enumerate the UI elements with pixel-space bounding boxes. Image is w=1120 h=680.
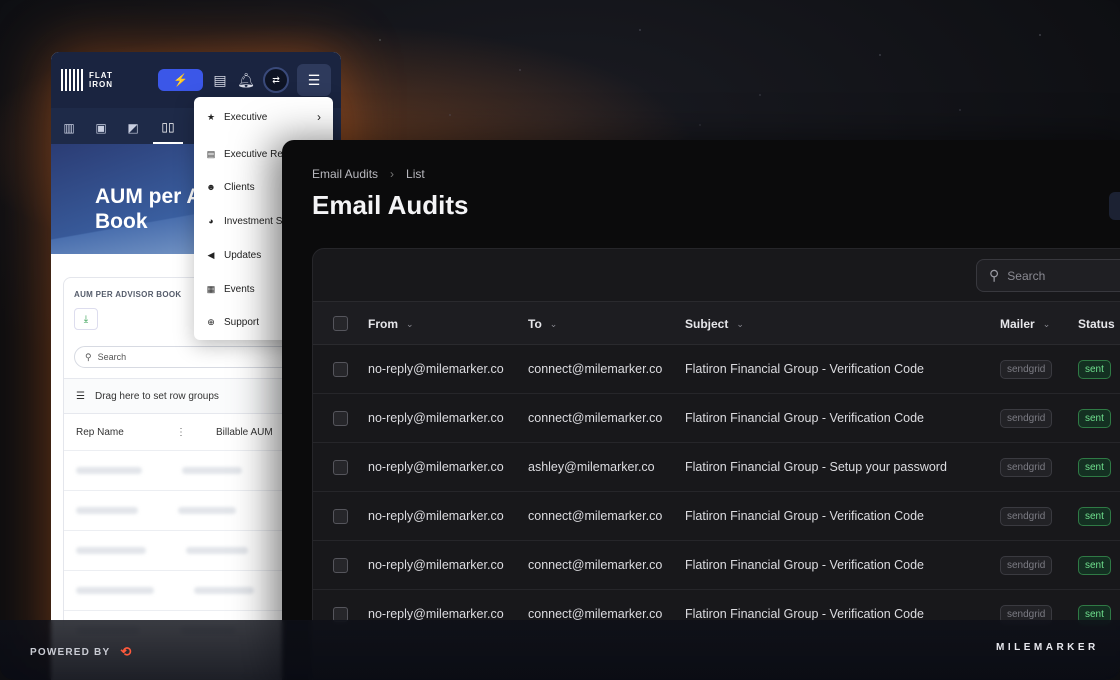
avatar[interactable]: ⇄ [263,67,289,93]
table-row[interactable]: no-reply@milemarker.co connect@milemarke… [313,394,1120,443]
header-action-button[interactable] [1109,192,1120,220]
cell-from: no-reply@milemarker.co [368,460,504,474]
chevron-down-icon: ⌄ [406,318,414,329]
logo-line-2: IRON [89,80,113,89]
bell-icon[interactable]: 🔔︎ [237,72,255,89]
audits-table-panel: ⚲ Search From ⌄ To ⌄ Subject ⌄ Mailer ⌄ Stat… [312,248,1120,680]
col-rep-name[interactable]: Rep Name [64,427,176,438]
email-audits-window: Email Audits › List Email Audits ⚲ Searc… [282,140,1120,680]
breadcrumb-email-audits[interactable]: Email Audits [312,167,378,181]
cell-subject: Flatiron Financial Group - Verification … [685,411,925,425]
row-checkbox[interactable] [333,362,348,377]
promo-stage: FLAT IRON ⚡ ▤ 🔔︎ ⇄ ☰ ▥ ▣ ◩ ▯▯ ● AUM per … [0,0,1120,680]
cell-subject: Flatiron Financial Group - Verification … [685,558,925,572]
chevron-down-icon: ⌄ [1042,318,1051,329]
status-badge: sent [1078,555,1111,575]
logo-line-1: FLAT [89,71,113,80]
cell-to: ashley@milemarker.co [528,460,655,474]
cell-to: connect@milemarker.co [528,411,663,425]
search-icon: ⚲ [989,267,1000,283]
col-to[interactable]: To ⌄ [528,302,557,346]
cell-to: connect@milemarker.co [528,558,663,572]
promo-footer: POWERED BY ⟲ MILEMARKER [0,620,1120,680]
hamburger-menu-button[interactable]: ☰ [297,64,331,96]
chevron-down-icon: ⌄ [736,318,744,329]
cell-subject: Flatiron Financial Group - Verification … [685,509,925,523]
table-header: From ⌄ To ⌄ Subject ⌄ Mailer ⌄ Status [313,301,1120,345]
col-from[interactable]: From ⌄ [368,302,414,346]
table-row[interactable]: no-reply@milemarker.co connect@milemarke… [313,345,1120,394]
cell-from: no-reply@milemarker.co [368,411,504,425]
col-status[interactable]: Status [1078,302,1115,346]
powered-by: POWERED BY ⟲ [30,644,131,659]
book-icon[interactable]: ▯▯ [153,112,183,144]
star-icon: ★ [206,111,216,122]
cell-from: no-reply@milemarker.co [368,558,504,572]
table-row[interactable]: no-reply@milemarker.co ashley@milemarker… [313,443,1120,492]
document-icon: ▤ [206,148,216,159]
milemarker-logo: MILEMARKER [996,642,1099,653]
chevron-right-icon: › [317,110,321,124]
status-badge: sent [1078,457,1111,477]
status-badge: sent [1078,506,1111,526]
brand-mark-icon: ⟲ [120,644,131,659]
select-all-checkbox[interactable] [333,316,348,331]
mailer-badge: sendgrid [1000,457,1053,477]
chevron-down-icon: ⌄ [549,318,558,329]
row-groups-icon: ☰ [76,390,85,402]
card-search-input[interactable]: ⚲ Search [74,346,314,368]
megaphone-icon: ◀ [207,249,215,260]
row-checkbox[interactable] [333,509,348,524]
row-checkbox[interactable] [333,411,348,426]
cell-subject: Flatiron Financial Group - Verification … [685,362,925,376]
row-checkbox[interactable] [333,460,348,475]
calendar-icon: ▦ [206,283,216,294]
mailer-badge: sendgrid [1000,555,1053,575]
column-menu-icon[interactable]: ⋮ [176,427,216,438]
col-subject[interactable]: Subject ⌄ [685,302,744,346]
logo-bars-icon [61,69,83,91]
breadcrumb: Email Audits › List [312,167,425,181]
col-mailer[interactable]: Mailer ⌄ [1000,302,1050,346]
cell-from: no-reply@milemarker.co [368,509,504,523]
cell-from: no-reply@milemarker.co [368,362,504,376]
quick-action-button[interactable]: ⚡ [158,69,203,91]
col-billable-aum[interactable]: Billable AUM [216,427,273,438]
menu-icon: ☰ [307,71,321,88]
mailer-badge: sendgrid [1000,408,1053,428]
pie-chart-icon: ◕ [208,216,214,226]
card-title: AUM PER ADVISOR BOOK [74,290,182,299]
flatiron-logo[interactable]: FLAT IRON [61,69,113,91]
search-icon: ⚲ [85,351,92,362]
cell-to: connect@milemarker.co [528,509,663,523]
page-title: Email Audits [312,190,469,220]
chart-board-icon[interactable]: ◩ [121,112,145,144]
menu-item-executive[interactable]: ★ Executive › [194,104,333,130]
status-badge: sent [1078,408,1111,428]
cell-subject: Flatiron Financial Group - Setup your pa… [685,460,947,474]
cell-to: connect@milemarker.co [528,362,663,376]
chevron-right-icon: › [390,167,395,181]
presentation-icon[interactable]: ▣ [89,112,113,144]
table-row[interactable]: no-reply@milemarker.co connect@milemarke… [313,492,1120,541]
search-input[interactable]: ⚲ Search [976,259,1120,292]
breadcrumb-list: List [406,167,425,181]
table-row[interactable]: no-reply@milemarker.co connect@milemarke… [313,541,1120,590]
users-icon: ☻ [206,182,216,192]
status-badge: sent [1078,359,1111,379]
mailer-badge: sendgrid [1000,359,1053,379]
bolt-icon: ⚡ [173,73,188,87]
hero-title: AUM per A Book [95,185,202,233]
row-checkbox[interactable] [333,558,348,573]
lifebuoy-icon: ⊕ [207,316,215,327]
building-icon[interactable]: ▥ [57,112,81,144]
export-excel-icon[interactable]: ⤓ [74,308,98,330]
inbox-icon[interactable]: ▤ [211,72,229,89]
mailer-badge: sendgrid [1000,506,1053,526]
